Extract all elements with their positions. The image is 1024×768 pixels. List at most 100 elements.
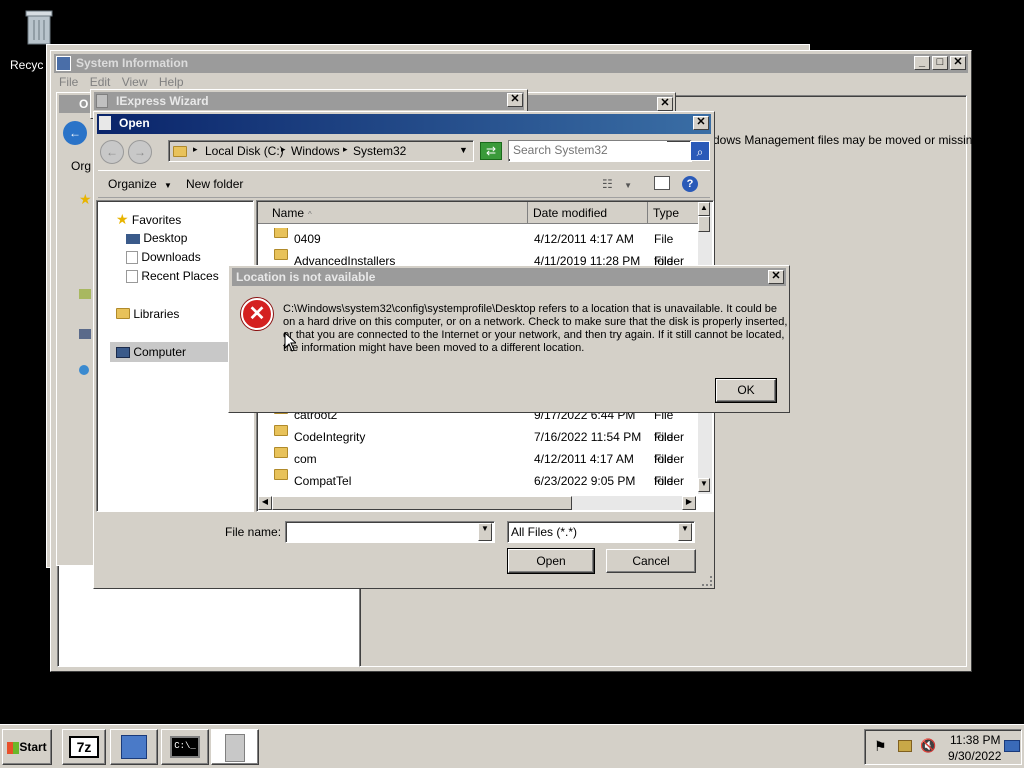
breadcrumb-arrow-icon[interactable]: ▸: [193, 144, 198, 155]
back-arrow-icon[interactable]: ←: [63, 121, 87, 145]
iexpress-close-button[interactable]: ✕: [507, 93, 523, 107]
help-icon[interactable]: ?: [682, 176, 698, 192]
column-name[interactable]: Name ^: [258, 202, 528, 224]
filename-field[interactable]: [285, 521, 495, 543]
forward-button[interactable]: →: [128, 140, 152, 164]
chevron-down-icon: ▼: [164, 181, 172, 190]
filetype-dropdown-button[interactable]: ▼: [678, 523, 692, 541]
row-date: 4/12/2011 4:17 AM: [534, 452, 634, 466]
refresh-button[interactable]: ⇄: [480, 142, 502, 160]
row-type: File folder: [654, 474, 674, 488]
close-button[interactable]: ✕: [950, 56, 966, 70]
table-row[interactable]: CompatTel 6/23/2022 9:05 PM File folder: [258, 469, 698, 492]
scroll-thumb[interactable]: [698, 216, 710, 232]
breadcrumb-local-disk[interactable]: Local Disk (C:): [205, 144, 284, 158]
cancel-button[interactable]: Cancel: [606, 549, 696, 573]
error-message: C:\Windows\system32\config\systemprofile…: [283, 303, 787, 355]
window-title: Location is not available: [236, 270, 376, 284]
library-icon: [116, 308, 130, 320]
nav-computer[interactable]: Computer: [116, 343, 186, 361]
open-dialog-icon: [99, 116, 111, 130]
table-row[interactable]: CodeIntegrity 7/16/2022 11:54 PM File fo…: [258, 425, 698, 466]
desktop-icon: [126, 233, 140, 244]
recent-places-icon: [126, 270, 138, 284]
taskbar-iexpress-button[interactable]: [211, 729, 259, 765]
taskbar-sysinfo-button[interactable]: [110, 729, 158, 765]
scroll-left-button[interactable]: ◀: [258, 496, 272, 510]
table-row[interactable]: catroot2 9/17/2022 6:44 PM File folder: [258, 412, 698, 444]
breadcrumb-system32[interactable]: System32: [353, 144, 406, 158]
nav-favorites[interactable]: ★ Favorites: [116, 210, 181, 229]
back-button[interactable]: ←: [100, 140, 124, 164]
scroll-right-button[interactable]: ▶: [682, 496, 696, 510]
nav-desktop[interactable]: Desktop: [126, 229, 187, 247]
folder-icon: [173, 146, 187, 157]
show-desktop-icon[interactable]: [1004, 740, 1020, 752]
view-options-icon[interactable]: ☷ ▼: [602, 177, 632, 191]
error-line: the information might have been moved to…: [283, 342, 585, 354]
org-label: Org: [71, 159, 92, 173]
iexpress-icon: [225, 734, 245, 762]
clock-time[interactable]: 11:38 PM: [950, 733, 1000, 747]
iexpress-icon: [96, 94, 108, 108]
window-title: IExpress Wizard: [116, 94, 209, 108]
filename-label: File name:: [225, 525, 282, 539]
breadcrumb-windows[interactable]: Windows: [291, 144, 340, 158]
windows-logo-icon: [7, 741, 20, 754]
clock-date[interactable]: 9/30/2022: [948, 749, 1001, 763]
network-icon[interactable]: [898, 740, 912, 752]
open-close-button[interactable]: ✕: [693, 116, 709, 130]
chevron-down-icon[interactable]: ▼: [459, 145, 468, 155]
sort-arrow-icon: ^: [308, 210, 312, 219]
nav-downloads[interactable]: Downloads: [126, 248, 201, 266]
star-icon: ★: [79, 191, 92, 207]
menu-view[interactable]: View: [122, 75, 148, 89]
computer-icon: [116, 347, 130, 359]
address-bar[interactable]: ▸ Local Disk (C:) ▸ Windows ▸ System32 ▼: [168, 140, 474, 162]
horizontal-scroll-thumb[interactable]: [272, 496, 572, 510]
menu-edit[interactable]: Edit: [90, 75, 111, 89]
row-date: 9/17/2022 6:44 PM: [534, 412, 636, 422]
maximize-button[interactable]: □: [932, 56, 948, 70]
resize-grip[interactable]: [702, 576, 712, 586]
search-box[interactable]: [508, 140, 692, 162]
row-name: 0409: [294, 232, 321, 246]
error-icon: ✕: [241, 298, 273, 330]
scroll-up-button[interactable]: ▲: [698, 202, 710, 216]
menu-help[interactable]: Help: [159, 75, 184, 89]
column-type[interactable]: Type: [648, 202, 698, 224]
organize-button[interactable]: Organize ▼: [108, 177, 172, 191]
nav-libraries[interactable]: Libraries: [116, 305, 179, 323]
start-button[interactable]: Start: [2, 729, 52, 765]
taskbar-cmd-button[interactable]: C:\_: [161, 729, 209, 765]
table-row[interactable]: com 4/12/2011 4:17 AM File folder: [258, 447, 698, 488]
window-title: System Information: [76, 56, 189, 70]
flag-icon[interactable]: ⚑: [874, 738, 887, 755]
filetype-select[interactable]: All Files (*.*): [507, 521, 695, 543]
row-name: com: [294, 452, 317, 466]
inner-close-button[interactable]: ✕: [657, 97, 673, 111]
7zip-icon: 7z: [69, 736, 99, 758]
new-folder-button[interactable]: New folder: [186, 177, 243, 191]
error-close-button[interactable]: ✕: [768, 270, 784, 284]
search-icon[interactable]: ⌕: [690, 141, 710, 161]
preview-pane-icon[interactable]: [654, 176, 670, 190]
nav-recent-places[interactable]: Recent Places: [126, 267, 219, 285]
open-button[interactable]: Open: [507, 548, 595, 574]
location-error-dialog: Location is not available ✕ ✕ C:\Windows…: [228, 265, 790, 413]
rows-bottom: catroot2 9/17/2022 6:44 PM File folder C…: [258, 412, 698, 494]
minimize-button[interactable]: _: [914, 56, 930, 70]
menu-file[interactable]: File: [59, 75, 78, 89]
cmd-icon: C:\_: [170, 736, 200, 758]
taskbar-7zip-button[interactable]: 7z: [62, 729, 106, 765]
search-input[interactable]: [509, 141, 667, 159]
error-line: C:\Windows\system32\config\systemprofile…: [283, 303, 778, 315]
breadcrumb-arrow-icon[interactable]: ▸: [281, 144, 286, 155]
table-row[interactable]: 0409 4/12/2011 4:17 AM File folder: [258, 228, 698, 268]
ok-button[interactable]: OK: [715, 378, 777, 403]
column-date-modified[interactable]: Date modified: [528, 202, 648, 224]
volume-muted-icon[interactable]: 🔇: [920, 738, 936, 754]
breadcrumb-arrow-icon[interactable]: ▸: [343, 144, 348, 155]
scroll-down-button[interactable]: ▼: [698, 478, 710, 492]
filename-dropdown-button[interactable]: ▼: [478, 523, 492, 541]
